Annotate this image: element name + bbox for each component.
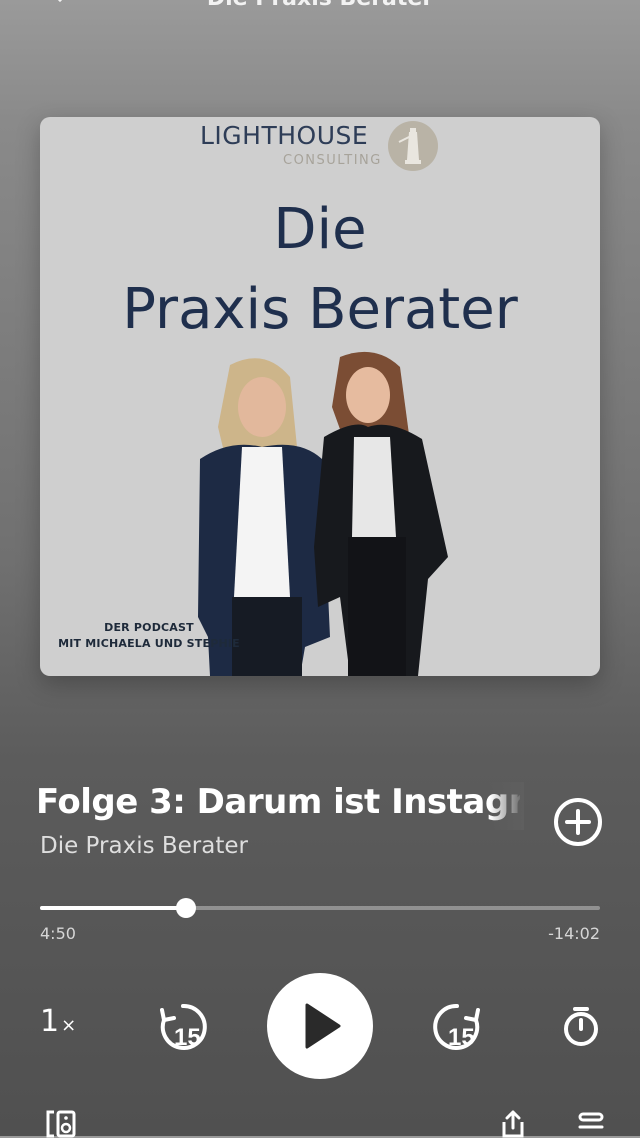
title-fade	[490, 782, 524, 830]
skip-back-15-icon[interactable]: 15	[154, 998, 212, 1056]
share-icon[interactable]	[498, 1108, 528, 1138]
skip-forward-15-icon[interactable]: 15	[428, 998, 486, 1056]
airplay-speaker-icon[interactable]	[44, 1108, 80, 1138]
plus-circle-icon[interactable]	[552, 796, 604, 848]
skip-forward-seconds: 15	[448, 1024, 475, 1051]
speed-suffix: ×	[61, 1015, 77, 1036]
progress-slider[interactable]	[40, 898, 600, 918]
lighthouse-logo	[387, 120, 439, 172]
progress-thumb[interactable]	[176, 898, 197, 918]
play-button[interactable]	[267, 973, 373, 1079]
sleep-timer-icon[interactable]	[560, 1005, 602, 1047]
queue-icon[interactable]	[576, 1110, 606, 1136]
artwork-caption: DER PODCAST MIT MICHAELA UND STEPHIE	[54, 620, 244, 652]
artwork-title-line-2: Praxis Berater	[122, 277, 518, 342]
podcast-artwork: LIGHTHOUSE CONSULTING Die Praxis Berater	[40, 117, 600, 676]
artwork-brand-sub: CONSULTING	[283, 153, 382, 168]
time-elapsed: 4:50	[40, 924, 76, 943]
episode-title[interactable]: Folge 3: Darum ist Instagram	[36, 782, 520, 830]
skip-back-seconds: 15	[174, 1024, 201, 1051]
podcast-name-link[interactable]: Die Praxis Berater	[40, 833, 248, 859]
header-title: Die Praxis Berater	[0, 0, 640, 11]
artwork-brand-name: LIGHTHOUSE	[200, 121, 369, 150]
speed-value: 1	[40, 1004, 60, 1039]
artwork-title-line-1: Die	[273, 197, 367, 262]
artwork-caption-line-1: DER PODCAST	[104, 621, 194, 634]
artwork-caption-line-2: MIT MICHAELA UND STEPHIE	[58, 637, 240, 650]
play-icon	[305, 1003, 341, 1049]
time-remaining: -14:02	[548, 924, 600, 943]
progress-fill	[40, 906, 187, 910]
playback-speed-button[interactable]: 1 ×	[40, 1004, 84, 1048]
